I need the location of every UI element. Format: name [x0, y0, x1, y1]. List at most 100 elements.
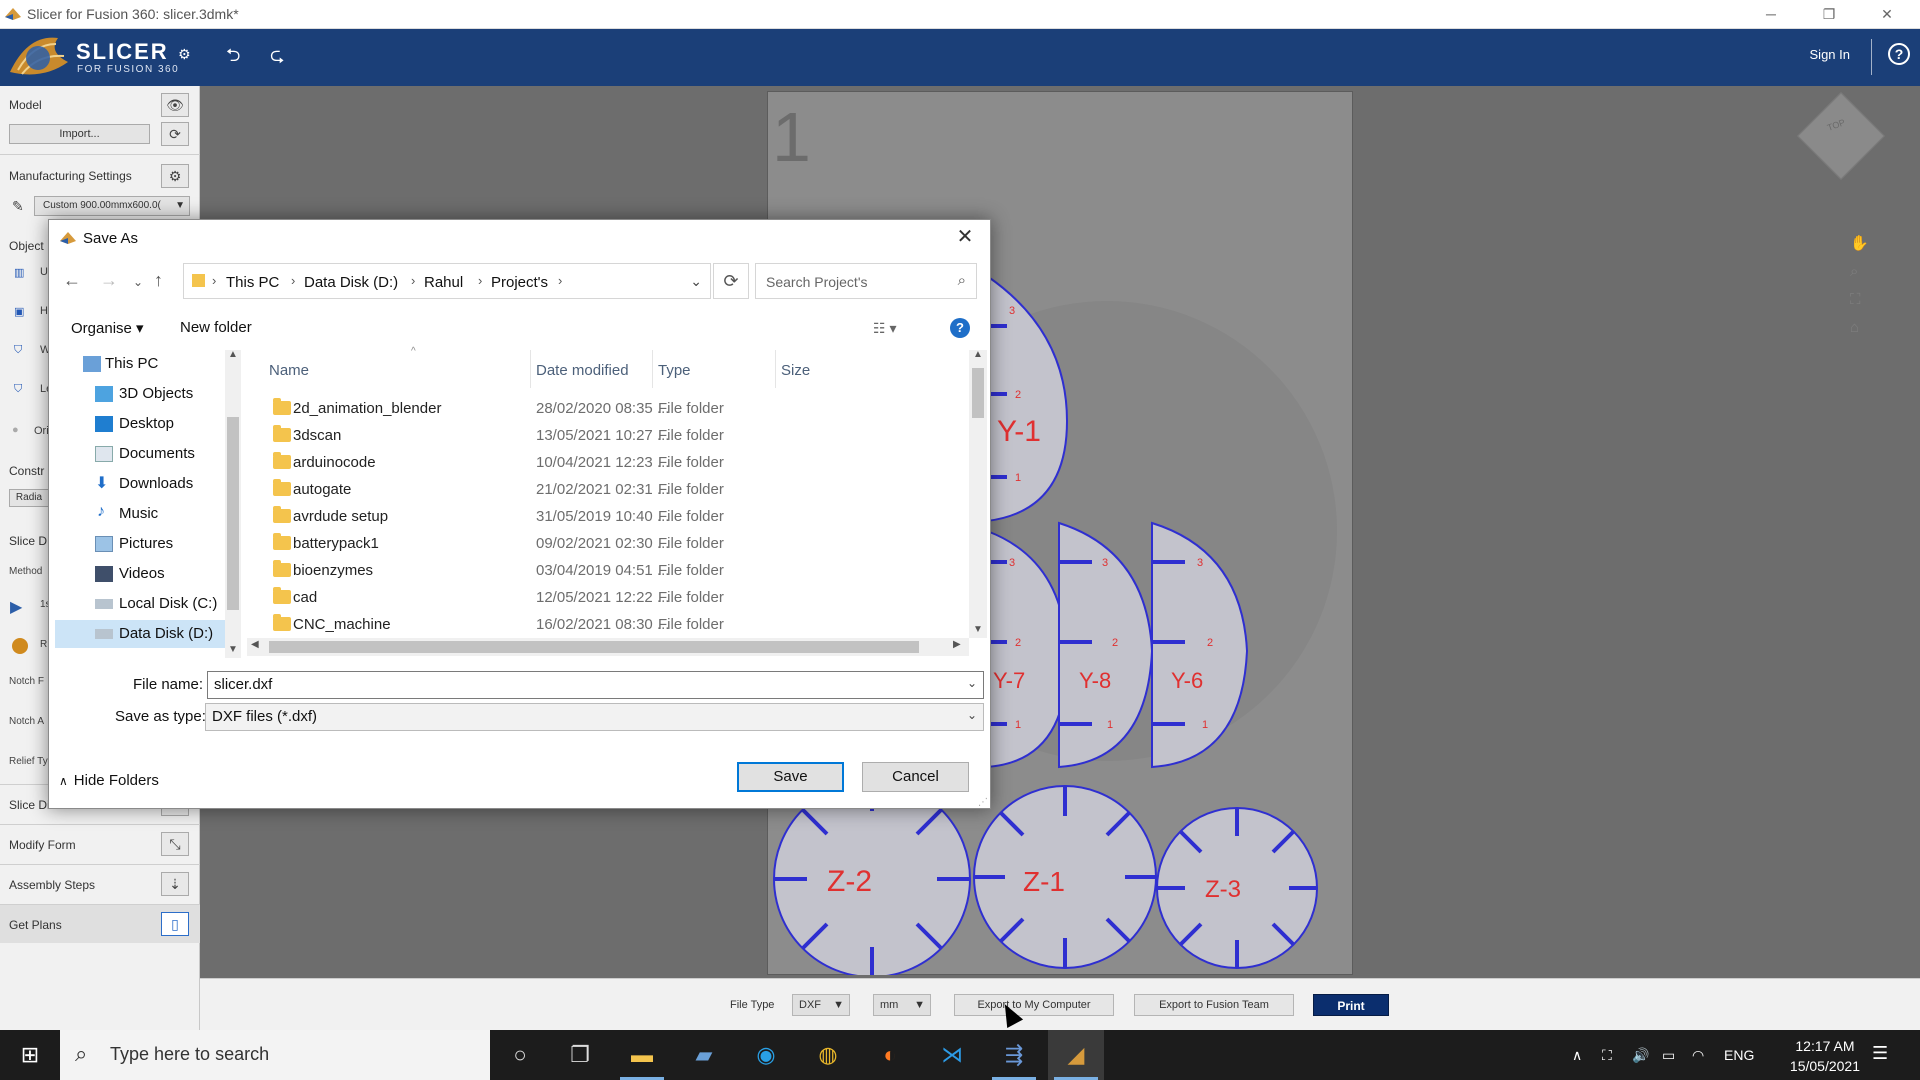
restore-button[interactable]: ❐	[1806, 0, 1852, 29]
new-folder-button[interactable]: New folder	[180, 319, 252, 336]
tree-scroll-thumb[interactable]	[227, 417, 239, 610]
chevron-down-icon[interactable]: ⌄	[967, 676, 977, 690]
file-list-scrollbar[interactable]: ▲ ▼	[969, 349, 987, 638]
hide-folders-toggle[interactable]: ∧ Hide Folders	[59, 772, 159, 789]
file-row[interactable]: cad 12/05/2021 12:22 ... File folder	[247, 584, 957, 611]
tree-item-music[interactable]: ♪ Music	[55, 500, 235, 528]
close-icon[interactable]: ✕	[950, 224, 980, 249]
chart-icon[interactable]: ▥	[14, 266, 24, 279]
scroll-right-icon[interactable]: ▶	[953, 639, 961, 650]
home-view-icon[interactable]: ⌂	[1850, 314, 1869, 342]
scroll-down-icon[interactable]: ▼	[973, 624, 983, 635]
zoom-icon[interactable]: ⌕	[1850, 258, 1869, 286]
scroll-down-icon[interactable]: ▼	[228, 644, 238, 655]
forward-arrow-icon[interactable]: →	[100, 270, 118, 291]
modify-form-icon[interactable]: ⤡	[161, 832, 189, 856]
gear-icon[interactable]: ⚙	[161, 164, 189, 188]
column-date[interactable]: Date modified	[536, 362, 629, 379]
tree-item-3d-objects[interactable]: 3D Objects	[55, 380, 235, 408]
column-size[interactable]: Size	[781, 362, 810, 379]
undo-icon[interactable]: ⮌	[226, 43, 240, 73]
file-row[interactable]: CNC_machine 16/02/2021 08:30 ... File fo…	[247, 611, 957, 638]
file-name-input[interactable]: slicer.dxf ⌄	[207, 671, 984, 699]
cancel-button[interactable]: Cancel	[862, 762, 969, 792]
file-explorer-icon[interactable]: ▬	[614, 1030, 670, 1080]
tree-item-this-pc[interactable]: This PC	[55, 350, 235, 378]
shield-icon[interactable]: ⛉	[14, 344, 22, 357]
print-button[interactable]: Print	[1313, 994, 1389, 1016]
pan-icon[interactable]: ✋	[1850, 230, 1869, 258]
firefox-browser-icon[interactable]: ◐	[862, 1030, 918, 1080]
object-icon[interactable]: ▣	[14, 305, 24, 318]
file-list-hscrollbar[interactable]: ◀ ▶	[247, 638, 969, 656]
scroll-left-icon[interactable]: ◀	[251, 639, 259, 650]
battery-icon[interactable]: ▭	[1662, 1047, 1675, 1064]
up-arrow-icon[interactable]: ↑	[154, 270, 163, 291]
file-row[interactable]: avrdude setup 31/05/2019 10:40 ... File …	[247, 503, 957, 530]
cortana-icon[interactable]: ○	[492, 1030, 548, 1080]
fusion-360-icon[interactable]: ⇶	[986, 1030, 1042, 1080]
tree-item-videos[interactable]: Videos	[55, 560, 235, 588]
sign-in-link[interactable]: Sign In	[1810, 47, 1850, 62]
tree-item-local-disk[interactable]: Local Disk (C:)	[55, 590, 235, 618]
file-row[interactable]: batterypack1 09/02/2021 02:30 ... File f…	[247, 530, 957, 557]
search-box[interactable]: Search Project's ⌕	[755, 263, 977, 299]
language-indicator[interactable]: ENG	[1724, 1047, 1754, 1063]
export-to-computer-button[interactable]: Export to My Computer	[954, 994, 1114, 1016]
vscode-icon[interactable]: ⋊	[924, 1030, 980, 1080]
breadcrumb-data-disk[interactable]: Data Disk (D:)	[304, 274, 398, 291]
help-icon[interactable]: ?	[1888, 43, 1910, 65]
minimize-button[interactable]: ─	[1748, 0, 1794, 29]
material-select[interactable]: Custom 900.00mmx600.0( ▼	[34, 196, 190, 216]
task-view-icon[interactable]: ❐	[552, 1030, 608, 1080]
fit-icon[interactable]: ⛶	[1850, 286, 1869, 314]
file-row[interactable]: arduinocode 10/04/2021 12:23 ... File fo…	[247, 449, 957, 476]
import-button[interactable]: Import...	[9, 124, 150, 144]
address-bar[interactable]: › This PC › Data Disk (D:) › Rahul › Pro…	[183, 263, 711, 299]
scroll-up-icon[interactable]: ▲	[228, 349, 238, 360]
webcam-icon[interactable]: ⛶	[1602, 1047, 1612, 1064]
taskbar-clock[interactable]: 12:17 AM 15/05/2021	[1790, 1036, 1860, 1076]
refresh-icon[interactable]: ⟳	[713, 263, 749, 299]
back-arrow-icon[interactable]: ←	[63, 270, 81, 291]
edge-browser-icon[interactable]: ◉	[738, 1030, 794, 1080]
volume-icon[interactable]: 🔊	[1632, 1047, 1649, 1064]
file-hscroll-thumb[interactable]	[269, 641, 919, 653]
search-icon[interactable]: ⌕	[958, 272, 966, 289]
notifications-icon[interactable]: ☰	[1872, 1043, 1888, 1064]
scroll-up-icon[interactable]: ▲	[973, 349, 983, 360]
show-hidden-icons-icon[interactable]: ∧	[1572, 1047, 1582, 1064]
shield-icon[interactable]: ⛉	[14, 383, 22, 396]
tree-item-pictures[interactable]: Pictures	[55, 530, 235, 558]
refresh-model-icon[interactable]: ⟳	[161, 122, 189, 146]
file-type-select[interactable]: DXF ▼	[792, 994, 850, 1016]
save-button[interactable]: Save	[737, 762, 844, 792]
pencil-icon[interactable]: ✎	[12, 198, 24, 215]
resize-grip-icon[interactable]: ⋰	[978, 797, 988, 808]
organise-menu[interactable]: Organise ▾	[71, 319, 144, 337]
tree-item-documents[interactable]: Documents	[55, 440, 235, 468]
tree-item-downloads[interactable]: ⬇ Downloads	[55, 470, 235, 498]
chrome-browser-icon[interactable]: ◍	[800, 1030, 856, 1080]
breadcrumb-rahul[interactable]: Rahul	[424, 274, 463, 291]
file-row[interactable]: 3dscan 13/05/2021 10:27 ... File folder	[247, 422, 957, 449]
help-icon[interactable]: ?	[950, 318, 970, 338]
view-options-icon[interactable]: ☷ ▾	[873, 320, 896, 337]
unit-select[interactable]: mm ▼	[873, 994, 931, 1016]
breadcrumb-this-pc[interactable]: This PC	[226, 274, 279, 291]
export-to-fusion-button[interactable]: Export to Fusion Team	[1134, 994, 1294, 1016]
play-icon[interactable]: ▶	[10, 597, 22, 617]
wifi-icon[interactable]: ◠	[1692, 1047, 1704, 1064]
column-name[interactable]: Name	[269, 362, 309, 379]
settings-dropdown-icon[interactable]: ⚙	[178, 46, 191, 63]
address-history-chevron-icon[interactable]: ⌄	[690, 273, 702, 290]
file-scroll-thumb[interactable]	[972, 368, 984, 418]
windows-start-icon[interactable]: ⊞	[0, 1030, 60, 1080]
get-plans-icon[interactable]: ▯	[161, 912, 189, 936]
slicer-taskbar-icon[interactable]: ◢	[1048, 1030, 1104, 1080]
assembly-steps-icon[interactable]: ⇣	[161, 872, 189, 896]
taskbar-search[interactable]: ⌕ Type here to search	[60, 1030, 490, 1080]
network-app-icon[interactable]: ▰	[676, 1030, 732, 1080]
recent-locations-icon[interactable]: ⌄	[133, 275, 143, 289]
tree-scrollbar[interactable]: ▲ ▼	[225, 349, 241, 658]
